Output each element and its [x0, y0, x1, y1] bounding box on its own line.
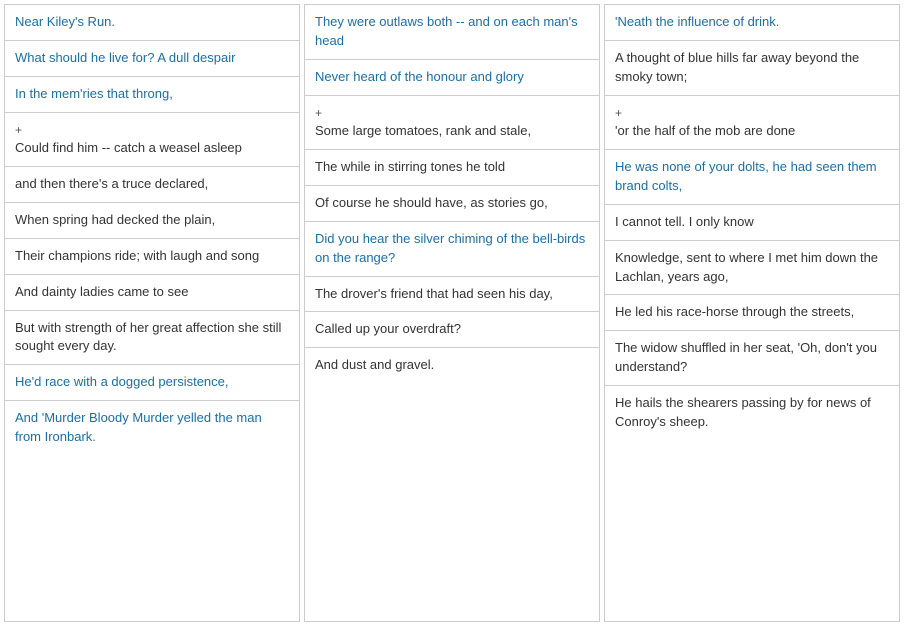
cell-text: Some large tomatoes, rank and stale,: [315, 123, 531, 138]
cell-text: He was none of your dolts, he had seen t…: [615, 159, 877, 193]
column-col1: Near Kiley's Run. What should he live for…: [4, 4, 300, 622]
cell-text: He'd race with a dogged persistence,: [15, 374, 229, 389]
cell-c2_7: The drover's friend that had seen his da…: [305, 277, 599, 313]
cell-text: He led his race-horse through the street…: [615, 304, 854, 319]
cell-text: And dust and gravel.: [315, 357, 434, 372]
cell-c1_7: Their champions ride; with laugh and son…: [5, 239, 299, 275]
cell-c1_10: He'd race with a dogged persistence,: [5, 365, 299, 401]
cell-c2_9: And dust and gravel.: [305, 348, 599, 383]
cell-c1_11: And 'Murder Bloody Murder yelled the man…: [5, 401, 299, 455]
cell-c1_3: In the mem'ries that throng,: [5, 77, 299, 113]
cell-text: When spring had decked the plain,: [15, 212, 215, 227]
main-container: Near Kiley's Run. What should he live for…: [0, 0, 904, 626]
cell-text: Could find him -- catch a weasel asleep: [15, 140, 242, 155]
cell-text: Knowledge, sent to where I met him down …: [615, 250, 878, 284]
cell-c1_2: What should he live for? A dull despair: [5, 41, 299, 77]
cell-c3_4: He was none of your dolts, he had seen t…: [605, 150, 899, 205]
cell-text: Called up your overdraft?: [315, 321, 461, 336]
cell-text: Near Kiley's Run.: [15, 14, 115, 29]
cell-text: Did you hear the silver chiming of the b…: [315, 231, 585, 265]
cell-text: Of course he should have, as stories go,: [315, 195, 548, 210]
cell-c1_5: and then there's a truce declared,: [5, 167, 299, 203]
cell-text: and then there's a truce declared,: [15, 176, 208, 191]
cell-c3_8: The widow shuffled in her seat, 'Oh, don…: [605, 331, 899, 386]
cell-c1_9: But with strength of her great affection…: [5, 311, 299, 366]
cell-c3_2: A thought of blue hills far away beyond …: [605, 41, 899, 96]
column-col2: They were outlaws both -- and on each ma…: [304, 4, 600, 622]
cell-c3_5: I cannot tell. I only know: [605, 205, 899, 241]
cell-c1_6: When spring had decked the plain,: [5, 203, 299, 239]
cell-c1_4: + Could find him -- catch a weasel asleep: [5, 113, 299, 168]
cell-text: Their champions ride; with laugh and son…: [15, 248, 259, 263]
cell-c2_3: + Some large tomatoes, rank and stale,: [305, 96, 599, 151]
cell-c2_2: Never heard of the honour and glory: [305, 60, 599, 96]
cell-text: The drover's friend that had seen his da…: [315, 286, 553, 301]
cell-c2_6: Did you hear the silver chiming of the b…: [305, 222, 599, 277]
cell-text: I cannot tell. I only know: [615, 214, 754, 229]
cell-text: 'or the half of the mob are done: [615, 123, 795, 138]
cell-text: A thought of blue hills far away beyond …: [615, 50, 859, 84]
cell-c3_6: Knowledge, sent to where I met him down …: [605, 241, 899, 296]
cell-text: In the mem'ries that throng,: [15, 86, 173, 101]
cell-c2_5: Of course he should have, as stories go,: [305, 186, 599, 222]
plus-symbol: +: [15, 123, 22, 137]
cell-text: He hails the shearers passing by for new…: [615, 395, 871, 429]
cell-c3_1: 'Neath the influence of drink.: [605, 5, 899, 41]
column-col3: 'Neath the influence of drink. A thought …: [604, 4, 900, 622]
cell-c1_1: Near Kiley's Run.: [5, 5, 299, 41]
cell-text: 'Neath the influence of drink.: [615, 14, 779, 29]
cell-text: What should he live for? A dull despair: [15, 50, 235, 65]
cell-text: The widow shuffled in her seat, 'Oh, don…: [615, 340, 877, 374]
plus-symbol: +: [315, 106, 322, 120]
cell-text: The while in stirring tones he told: [315, 159, 505, 174]
cell-text: Never heard of the honour and glory: [315, 69, 524, 84]
cell-text: And 'Murder Bloody Murder yelled the man…: [15, 410, 262, 444]
plus-symbol: +: [615, 106, 622, 120]
cell-text: And dainty ladies came to see: [15, 284, 188, 299]
cell-c2_1: They were outlaws both -- and on each ma…: [305, 5, 599, 60]
cell-c3_7: He led his race-horse through the street…: [605, 295, 899, 331]
cell-text: They were outlaws both -- and on each ma…: [315, 14, 578, 48]
cell-c3_9: He hails the shearers passing by for new…: [605, 386, 899, 440]
cell-c3_3: + 'or the half of the mob are done: [605, 96, 899, 151]
cell-text: But with strength of her great affection…: [15, 320, 281, 354]
cell-c2_8: Called up your overdraft?: [305, 312, 599, 348]
cell-c1_8: And dainty ladies came to see: [5, 275, 299, 311]
cell-c2_4: The while in stirring tones he told: [305, 150, 599, 186]
